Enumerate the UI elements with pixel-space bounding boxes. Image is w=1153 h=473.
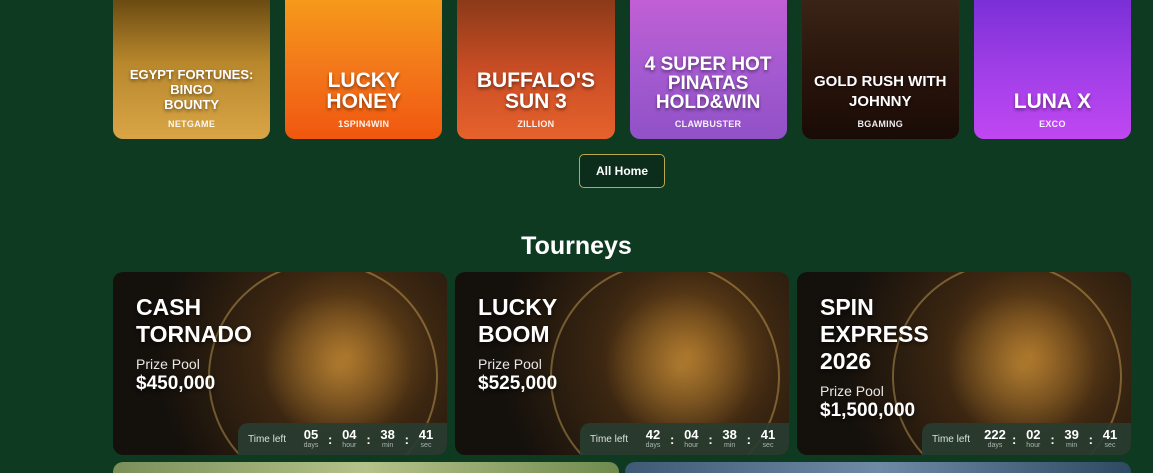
- countdown-timer: Time left 42 days : 04 hour : 38 min : 4…: [580, 423, 789, 455]
- time-left-label: Time left: [590, 433, 628, 445]
- timer-days: 05 days: [298, 428, 324, 450]
- timer-hours: 02 hour: [1020, 428, 1046, 450]
- timer-separator: :: [366, 431, 371, 447]
- timer-mins: 39 min: [1059, 428, 1085, 450]
- timer-hours-value: 04: [342, 427, 357, 442]
- timer-secs-label: sec: [1104, 442, 1116, 449]
- prize-pool-label: Prize Pool: [136, 356, 200, 372]
- games-row: EGYPT FORTUNES: BINGO BOUNTY NETGAME LUC…: [113, 0, 1132, 139]
- timer-hours-value: 02: [1026, 427, 1041, 442]
- timer-mins-value: 38: [380, 427, 395, 442]
- timer-secs-label: sec: [420, 442, 432, 449]
- all-home-button[interactable]: All Home: [579, 154, 665, 188]
- timer-separator: :: [669, 431, 675, 447]
- timer-days-value: 42: [645, 427, 661, 442]
- prize-pool-amount: $450,000: [136, 373, 216, 394]
- timer-separator: :: [404, 431, 409, 447]
- game-art: [113, 0, 270, 60]
- timer-days-label: days: [987, 442, 1003, 449]
- game-provider: CLAWBUSTER: [674, 119, 742, 129]
- timer-mins: 38 min: [717, 428, 743, 450]
- timer-secs: 41 sec: [1097, 428, 1123, 450]
- timer-hours: 04 hour: [678, 428, 704, 450]
- countdown-timer: Time left 222 days : 02 hour : 39 min : …: [922, 423, 1131, 455]
- timer-secs-value: 41: [1102, 427, 1118, 442]
- game-art: [457, 0, 614, 60]
- time-left-label: Time left: [248, 433, 286, 445]
- game-art: [630, 0, 787, 60]
- timer-mins-label: min: [1066, 442, 1078, 449]
- game-provider: ZILLION: [517, 119, 555, 129]
- time-left-label: Time left: [932, 433, 970, 445]
- prize-pool-label: Prize Pool: [820, 383, 884, 399]
- timer-mins: 38 min: [375, 428, 401, 450]
- timer-mins-value: 39: [1064, 427, 1079, 442]
- timer-hours-label: hour: [342, 442, 357, 449]
- game-art: [802, 0, 959, 60]
- tourney-name: LUCKY BOOM: [478, 294, 558, 347]
- game-title: BUFFALO'S SUN 3: [476, 69, 595, 113]
- tourney-card[interactable]: CASH TORNADO Prize Pool $450,000 Time le…: [113, 272, 447, 455]
- timer-secs: 41 sec: [413, 428, 439, 450]
- game-provider: BGAMING: [857, 119, 904, 129]
- game-card[interactable]: GOLD RUSH WITH JOHNNY BGAMING: [801, 0, 959, 139]
- timer-hours-value: 04: [684, 427, 699, 442]
- game-card[interactable]: BUFFALO'S SUN 3 ZILLION: [457, 0, 615, 139]
- timer-secs: 41 sec: [755, 428, 781, 450]
- timer-secs-value: 41: [760, 427, 776, 442]
- promo-card[interactable]: [113, 462, 619, 473]
- timer-mins-value: 38: [722, 427, 737, 442]
- timer-mins-label: min: [724, 442, 736, 449]
- game-provider: NETGAME: [168, 119, 216, 129]
- game-title: LUNA X: [1013, 90, 1092, 113]
- timer-days-value: 222: [984, 427, 1006, 442]
- timer-separator: :: [746, 431, 751, 447]
- tourney-card[interactable]: SPIN EXPRESS 2026 Prize Pool $1,500,000 …: [797, 272, 1131, 455]
- timer-secs-label: sec: [762, 442, 774, 449]
- game-title: EGYPT FORTUNES: BINGO BOUNTY: [129, 67, 254, 112]
- timer-hours: 04 hour: [336, 428, 362, 450]
- timer-days-label: days: [303, 442, 319, 449]
- timer-separator: :: [1050, 431, 1055, 447]
- tourney-name: SPIN EXPRESS 2026: [820, 294, 929, 374]
- game-title: 4 SUPER HOT PINATAS HOLD&WIN: [644, 54, 772, 113]
- section-title: Tourneys: [521, 232, 632, 260]
- game-provider: EXCO: [1039, 119, 1066, 129]
- game-card[interactable]: 4 SUPER HOT PINATAS HOLD&WIN CLAWBUSTER: [629, 0, 787, 139]
- prize-pool-amount: $1,500,000: [820, 400, 916, 421]
- timer-days-label: days: [645, 442, 661, 449]
- countdown-timer: Time left 05 days : 04 hour : 38 min : 4…: [238, 423, 447, 455]
- game-art: [285, 0, 442, 60]
- timer-separator: :: [708, 431, 713, 447]
- game-card[interactable]: LUNA X EXCO: [973, 0, 1132, 139]
- game-title: LUCKY HONEY: [326, 69, 402, 113]
- timer-separator: :: [327, 431, 333, 447]
- promo-card[interactable]: [625, 462, 1131, 473]
- timer-separator: :: [1088, 431, 1093, 447]
- game-card[interactable]: EGYPT FORTUNES: BINGO BOUNTY NETGAME: [113, 0, 271, 139]
- timer-days: 222 days: [982, 428, 1008, 450]
- tourney-name: CASH TORNADO: [136, 294, 252, 347]
- timer-separator: :: [1011, 431, 1017, 447]
- game-title: GOLD RUSH WITH JOHNNY: [814, 73, 947, 110]
- timer-hours-label: hour: [1026, 442, 1041, 449]
- timer-mins-label: min: [382, 442, 394, 449]
- timer-secs-value: 41: [418, 427, 434, 442]
- game-card[interactable]: LUCKY HONEY 1SPIN4WIN: [285, 0, 443, 139]
- timer-days-value: 05: [303, 427, 319, 442]
- game-provider: 1SPIN4WIN: [338, 119, 390, 129]
- prize-pool-amount: $525,000: [478, 373, 558, 394]
- game-art: [974, 0, 1131, 60]
- prize-pool-label: Prize Pool: [478, 356, 542, 372]
- timer-days: 42 days: [640, 428, 666, 450]
- tourney-card[interactable]: LUCKY BOOM Prize Pool $525,000 Time left…: [455, 272, 789, 455]
- tourneys-row: CASH TORNADO Prize Pool $450,000 Time le…: [113, 272, 1131, 455]
- timer-hours-label: hour: [684, 442, 699, 449]
